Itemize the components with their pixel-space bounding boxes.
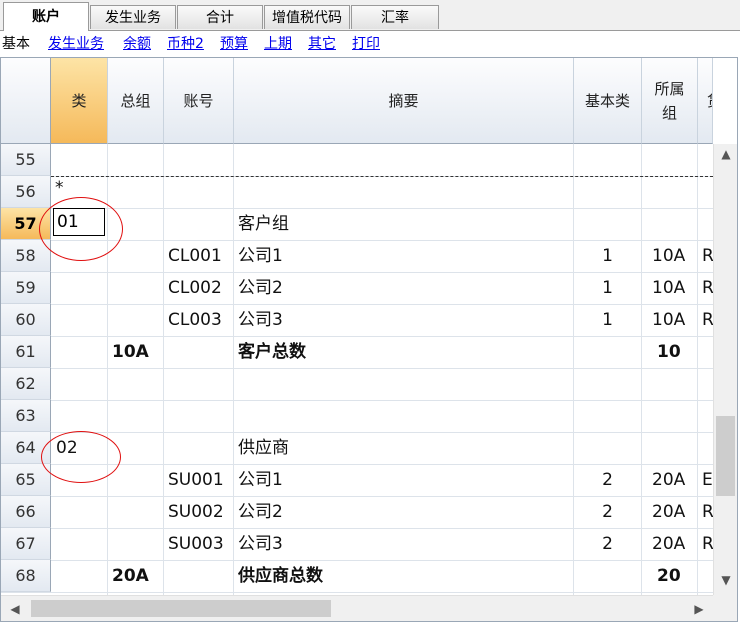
grid-line — [1, 368, 713, 369]
grid-line — [163, 144, 164, 621]
cell-account[interactable]: SU003 — [168, 528, 232, 560]
cell-description[interactable]: 公司2 — [238, 496, 568, 528]
cell-description[interactable]: 供应商总数 — [238, 560, 568, 592]
cell-description[interactable]: 公司1 — [238, 240, 568, 272]
cell-description[interactable]: 客户总数 — [238, 336, 568, 368]
cell-description[interactable]: 公司3 — [238, 304, 568, 336]
scroll-down-icon[interactable]: ▼ — [716, 572, 736, 588]
cell-basic-class[interactable]: 2 — [574, 464, 613, 496]
cell-total-group[interactable]: 20A — [112, 560, 162, 592]
view-link-previous-year[interactable]: 上期 — [264, 31, 292, 57]
tab-bar: 账户 发生业务 合计 增值税代码 汇率 — [0, 0, 740, 31]
row-header[interactable]: 56 — [1, 176, 51, 208]
accounts-table: 类 总组 账号 摘要 基本类 所属组 货 55 56 * 57 01 客户组 5… — [0, 57, 738, 622]
horizontal-scrollbar[interactable]: ◀ ▶ — [1, 595, 713, 621]
cell-account[interactable]: CL002 — [168, 272, 232, 304]
cell-group[interactable]: 20 — [657, 560, 697, 592]
cell-account[interactable]: CL001 — [168, 240, 232, 272]
cell-description[interactable]: 公司2 — [238, 272, 568, 304]
row-header[interactable]: 62 — [1, 368, 51, 400]
grid-line — [641, 144, 642, 621]
view-selector-bar: 基本 发生业务 余额 币种2 预算 上期 其它 打印 — [0, 31, 740, 57]
corner-header[interactable] — [1, 58, 51, 144]
cell-total-group[interactable]: 10A — [112, 336, 162, 368]
cell-group[interactable]: 10 — [657, 336, 697, 368]
vertical-scrollbar[interactable]: ▲ ▼ — [713, 144, 737, 621]
view-link-currency2[interactable]: 币种2 — [167, 31, 204, 57]
cell-partial[interactable]: R — [702, 272, 713, 304]
tab-vat-codes[interactable]: 增值税代码 — [264, 5, 350, 29]
cell-description[interactable]: 供应商 — [238, 432, 568, 464]
cell-group[interactable]: 20A — [652, 496, 696, 528]
cell-partial[interactable]: R — [702, 528, 713, 560]
grid-line — [697, 144, 698, 621]
cell-account[interactable]: SU001 — [168, 464, 232, 496]
col-header-partial[interactable]: 货 — [698, 58, 713, 144]
cell-basic-class[interactable]: 1 — [574, 272, 613, 304]
view-link-other[interactable]: 其它 — [308, 31, 336, 57]
row-header[interactable]: 67 — [1, 528, 51, 560]
annotation-circle — [39, 197, 123, 261]
row-header[interactable]: 68 — [1, 560, 51, 592]
view-link-transactions[interactable]: 发生业务 — [48, 31, 104, 57]
scroll-right-icon[interactable]: ▶ — [689, 601, 709, 617]
cell-group[interactable]: 10A — [652, 304, 696, 336]
tab-exchange-rates[interactable]: 汇率 — [351, 5, 439, 29]
scrollbar-corner — [713, 595, 737, 621]
row-header[interactable]: 66 — [1, 496, 51, 528]
col-header-class[interactable]: 类 — [51, 58, 108, 144]
row-header[interactable]: 59 — [1, 272, 51, 304]
cell-description[interactable]: 公司1 — [238, 464, 568, 496]
grid-line — [233, 144, 234, 621]
cell-basic-class[interactable]: 1 — [574, 304, 613, 336]
tab-transactions[interactable]: 发生业务 — [90, 5, 176, 29]
cell-partial[interactable]: R — [702, 240, 713, 272]
cell-group[interactable]: 10A — [652, 240, 696, 272]
view-link-print[interactable]: 打印 — [352, 31, 380, 57]
view-link-balance[interactable]: 余额 — [123, 31, 151, 57]
row-header[interactable]: 55 — [1, 144, 51, 176]
tab-totals[interactable]: 合计 — [177, 5, 263, 29]
col-header-description[interactable]: 摘要 — [234, 58, 574, 144]
tab-accounts[interactable]: 账户 — [3, 2, 89, 31]
grid-line — [1, 400, 713, 401]
vertical-scroll-thumb[interactable] — [716, 416, 735, 496]
row-header[interactable]: 61 — [1, 336, 51, 368]
cell-description[interactable]: 公司3 — [238, 528, 568, 560]
row-header[interactable]: 63 — [1, 400, 51, 432]
row-header[interactable]: 65 — [1, 464, 51, 496]
cell-account[interactable]: SU002 — [168, 496, 232, 528]
col-header-basic-class[interactable]: 基本类 — [574, 58, 642, 144]
col-header-account[interactable]: 账号 — [164, 58, 234, 144]
row-header[interactable]: 60 — [1, 304, 51, 336]
view-link-budget[interactable]: 预算 — [220, 31, 248, 57]
dashed-separator — [51, 176, 713, 177]
cell-basic-class[interactable]: 2 — [574, 496, 613, 528]
cell-group[interactable]: 20A — [652, 528, 696, 560]
col-header-group[interactable]: 所属组 — [642, 58, 698, 144]
cell-group[interactable]: 20A — [652, 464, 696, 496]
view-basic[interactable]: 基本 — [2, 31, 30, 57]
grid-line — [1, 592, 713, 593]
cell-account[interactable]: CL003 — [168, 304, 232, 336]
col-header-total-group[interactable]: 总组 — [108, 58, 164, 144]
cell-partial[interactable]: R — [702, 304, 713, 336]
cell-partial[interactable]: R — [702, 496, 713, 528]
cell-basic-class[interactable]: 2 — [574, 528, 613, 560]
cell-partial[interactable]: E — [702, 464, 713, 496]
cell-group[interactable]: 10A — [652, 272, 696, 304]
cell-description[interactable]: 客户组 — [238, 208, 568, 240]
horizontal-scroll-thumb[interactable] — [31, 600, 331, 617]
scroll-up-icon[interactable]: ▲ — [716, 146, 736, 162]
annotation-circle — [41, 431, 121, 483]
scroll-left-icon[interactable]: ◀ — [5, 601, 25, 617]
cell-basic-class[interactable]: 1 — [574, 240, 613, 272]
